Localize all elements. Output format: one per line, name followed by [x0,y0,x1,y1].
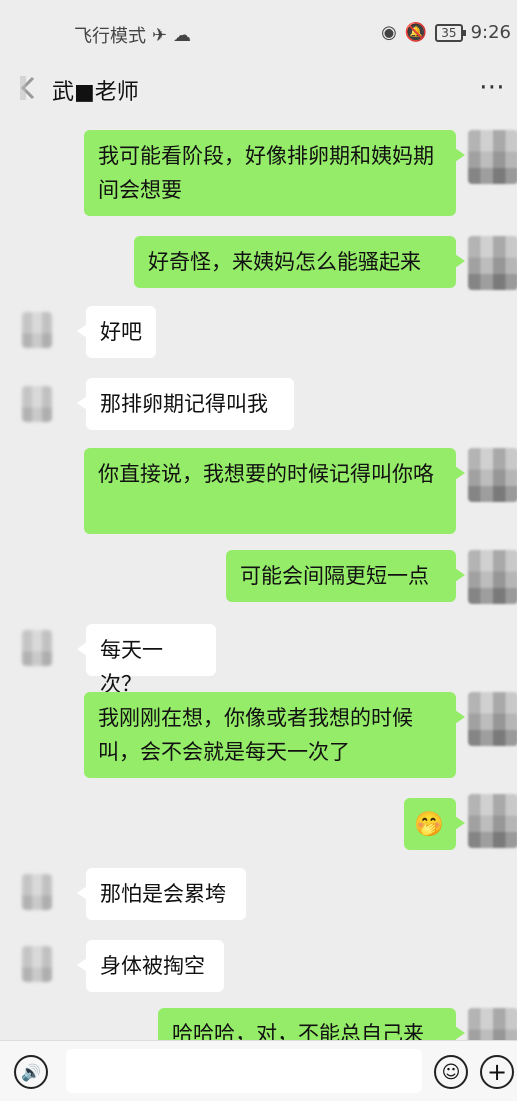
more-functions-button[interactable]: + [480,1055,514,1089]
avatar-self[interactable] [468,130,517,184]
emoji-icon: ☺ [441,1061,461,1083]
emoji-button[interactable]: ☺ [434,1055,468,1089]
mute-icon: 🔕 [404,22,428,43]
avatar-contact[interactable] [22,630,52,666]
voice-toggle-button[interactable]: 🔊 [14,1055,48,1089]
clock: 9:26 [470,22,511,43]
plus-icon: + [486,1058,508,1086]
input-bar: 🔊 ☺ + [0,1040,517,1101]
chat-title: 武■老师 [52,80,139,105]
message-bubble[interactable]: 我刚刚在想，你像或者我想的时候叫，会不会就是每天一次了 [84,692,465,778]
battery-icon: 35 [435,23,466,42]
avatar-self[interactable] [468,550,517,604]
message-bubble[interactable]: 每天一次？ [77,624,216,696]
avatar-self[interactable] [468,794,517,848]
message-bubble[interactable]: 身体被掏空 [77,940,224,992]
avatar-contact[interactable] [22,946,52,982]
message-bubble[interactable]: 好吧 [77,306,156,358]
airplane-icon: ✈ [152,24,168,46]
status-right: ◉ 🔕 35 9:26 [381,22,511,43]
avatar-self[interactable] [468,692,517,746]
avatar-self[interactable] [468,448,517,502]
message-bubble[interactable]: 你直接说，我想要的时候记得叫你咯 [84,448,465,534]
emoji-message[interactable]: 🤭 [404,798,465,850]
avatar-self[interactable] [468,236,517,290]
avatar-contact[interactable] [22,874,52,910]
message-bubble[interactable]: 那排卵期记得叫我 [77,378,294,430]
avatar-contact[interactable] [22,386,52,422]
more-icon[interactable]: ⋯ [479,72,507,102]
status-bar: 飞行模式 ✈ ☁ ◉ 🔕 35 9:26 [0,0,517,60]
back-icon[interactable] [18,72,40,104]
status-left: 飞行模式 ✈ ☁ [74,22,191,48]
message-bubble[interactable]: 我可能看阶段，好像排卵期和姨妈期间会想要 [84,130,465,216]
airplane-mode-label: 飞行模式 [74,26,146,47]
message-input[interactable] [66,1049,422,1093]
message-bubble[interactable]: 好奇怪，来姨妈怎么能骚起来 [134,236,465,288]
avatar-contact[interactable] [22,312,52,348]
eye-icon: ◉ [381,22,397,43]
message-bubble[interactable]: 可能会间隔更短一点 [226,550,465,602]
voice-icon: 🔊 [21,1062,41,1082]
chat-header: 武■老师 ⋯ [0,60,517,118]
message-bubble[interactable]: 那怕是会累垮 [77,868,246,920]
cloud-icon: ☁ [173,24,192,46]
